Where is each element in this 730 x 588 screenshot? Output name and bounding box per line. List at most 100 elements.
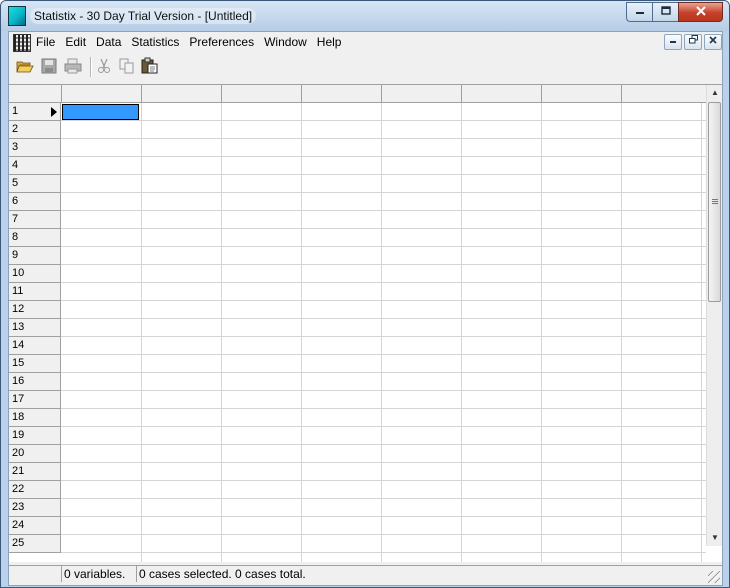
open-button[interactable] <box>15 57 35 77</box>
grid-row-line <box>61 498 706 499</box>
row-header[interactable]: 16 <box>9 373 61 391</box>
spreadsheet-grid[interactable]: 1 2 3 4 5 6 7 8 9 10 11 12 13 14 15 16 17 18 19 20 21 22 23 24 2… <box>9 84 722 563</box>
menu-bar: File Edit Data Statistics Preferences Wi… <box>9 32 722 52</box>
row-header[interactable]: 9 <box>9 247 61 265</box>
row-header[interactable]: 2 <box>9 121 61 139</box>
print-button[interactable] <box>63 57 83 77</box>
cut-button[interactable] <box>94 57 114 77</box>
row-header[interactable]: 11 <box>9 283 61 301</box>
row-header[interactable]: 20 <box>9 445 61 463</box>
scroll-down-button[interactable]: ▼ <box>707 530 722 546</box>
row-header[interactable]: 6 <box>9 193 61 211</box>
vertical-scrollbar[interactable]: ▲ ▼ <box>706 85 722 546</box>
row-header[interactable]: 14 <box>9 337 61 355</box>
close-icon <box>695 5 706 19</box>
column-header[interactable] <box>382 85 462 102</box>
row-header[interactable]: 1 <box>9 103 61 121</box>
column-header[interactable] <box>542 85 622 102</box>
grid-row-line <box>61 192 706 193</box>
row-header[interactable]: 4 <box>9 157 61 175</box>
row-header[interactable]: 25 <box>9 535 61 553</box>
row-header[interactable]: 23 <box>9 499 61 517</box>
document-restore-button[interactable] <box>684 34 702 50</box>
row-number: 3 <box>12 141 19 153</box>
title-bar[interactable]: Statistix - 30 Day Trial Version - [Unti… <box>1 1 729 31</box>
row-header[interactable]: 3 <box>9 139 61 157</box>
row-header[interactable]: 17 <box>9 391 61 409</box>
menu-file[interactable]: File <box>31 32 60 52</box>
column-header[interactable] <box>302 85 382 102</box>
row-number: 12 <box>12 303 25 315</box>
row-header[interactable]: 19 <box>9 427 61 445</box>
document-system-menu-icon[interactable] <box>13 34 31 52</box>
grid-column-line <box>701 103 702 563</box>
grid-row-line <box>61 318 706 319</box>
statistix-app-icon[interactable] <box>8 6 26 26</box>
row-header[interactable]: 7 <box>9 211 61 229</box>
status-cases: 0 cases selected. 0 cases total. <box>136 565 722 582</box>
row-number: 9 <box>12 249 19 261</box>
row-number: 6 <box>12 195 19 207</box>
menu-preferences[interactable]: Preferences <box>184 32 259 52</box>
column-header[interactable] <box>462 85 542 102</box>
menu-help[interactable]: Help <box>312 32 347 52</box>
scroll-up-button[interactable]: ▲ <box>707 85 722 101</box>
row-number: 4 <box>12 159 19 171</box>
row-header[interactable]: 5 <box>9 175 61 193</box>
column-header[interactable] <box>142 85 222 102</box>
save-button[interactable] <box>39 57 59 77</box>
column-header[interactable] <box>622 85 706 102</box>
minimize-icon <box>669 36 677 47</box>
row-number: 24 <box>12 519 25 531</box>
row-header[interactable]: 24 <box>9 517 61 535</box>
row-header[interactable]: 8 <box>9 229 61 247</box>
caption-buttons <box>626 2 723 22</box>
document-minimize-button[interactable] <box>664 34 682 50</box>
paste-icon <box>141 57 159 77</box>
restore-icon <box>688 35 698 47</box>
row-number: 17 <box>12 393 25 405</box>
grid-row-line <box>61 552 706 553</box>
row-header[interactable]: 13 <box>9 319 61 337</box>
paste-button[interactable] <box>140 57 160 77</box>
grid-row-line <box>61 534 706 535</box>
menu-statistics[interactable]: Statistics <box>126 32 184 52</box>
corner-cell[interactable] <box>9 85 62 102</box>
row-header[interactable]: 22 <box>9 481 61 499</box>
row-number: 14 <box>12 339 25 351</box>
close-window-button[interactable] <box>678 2 723 22</box>
row-number: 16 <box>12 375 25 387</box>
row-header[interactable]: 12 <box>9 301 61 319</box>
column-header[interactable] <box>62 85 142 102</box>
menu-window[interactable]: Window <box>259 32 312 52</box>
column-header[interactable] <box>222 85 302 102</box>
active-cell[interactable] <box>62 104 139 120</box>
mdi-client: File Edit Data Statistics Preferences Wi… <box>8 31 723 586</box>
document-close-button[interactable] <box>704 34 722 50</box>
menu-edit[interactable]: Edit <box>60 32 91 52</box>
minimize-window-button[interactable] <box>626 2 652 22</box>
maximize-window-button[interactable] <box>652 2 678 22</box>
open-icon <box>16 58 34 77</box>
resize-grip-icon[interactable] <box>708 571 720 583</box>
grid-row-line <box>61 300 706 301</box>
menu-data[interactable]: Data <box>91 32 126 52</box>
row-header[interactable]: 10 <box>9 265 61 283</box>
grid-column-line <box>541 103 542 563</box>
copy-button[interactable] <box>117 57 137 77</box>
row-number: 7 <box>12 213 19 225</box>
grid-column-line <box>621 103 622 563</box>
vertical-scroll-thumb[interactable] <box>708 102 721 302</box>
row-number: 8 <box>12 231 19 243</box>
toolbar-separator <box>90 57 92 77</box>
copy-icon <box>119 58 135 77</box>
row-header[interactable]: 15 <box>9 355 61 373</box>
grid-row-line <box>61 228 706 229</box>
window-title: Statistix - 30 Day Trial Version - [Unti… <box>30 8 257 24</box>
current-row-arrow-icon <box>51 107 57 117</box>
row-header[interactable]: 18 <box>9 409 61 427</box>
grid-row-line <box>61 336 706 337</box>
row-header[interactable]: 21 <box>9 463 61 481</box>
grid-row-line <box>61 120 706 121</box>
app-window: Statistix - 30 Day Trial Version - [Unti… <box>0 0 730 588</box>
